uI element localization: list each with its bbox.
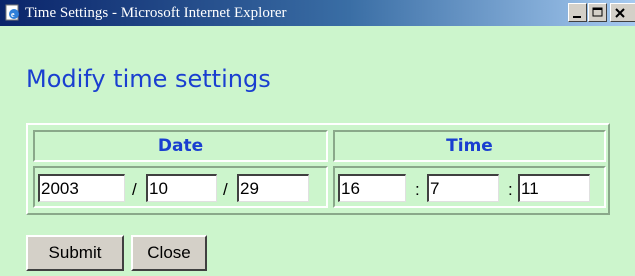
time-separator: : xyxy=(508,180,513,199)
time-separator: : xyxy=(415,180,420,199)
close-icon xyxy=(615,8,625,18)
page-title: Modify time settings xyxy=(26,65,271,93)
day-input[interactable] xyxy=(237,174,309,202)
hour-input[interactable] xyxy=(338,174,406,202)
second-input[interactable] xyxy=(518,174,590,202)
date-fields: / / xyxy=(33,166,328,208)
year-input[interactable] xyxy=(38,174,125,202)
minimize-icon xyxy=(573,16,581,18)
maximize-icon xyxy=(592,7,603,17)
submit-button[interactable]: Submit xyxy=(26,235,124,271)
time-header: Time xyxy=(333,130,606,162)
time-settings-table: Date Time / / : : xyxy=(26,123,610,215)
date-separator: / xyxy=(223,180,228,199)
minute-input[interactable] xyxy=(427,174,499,202)
month-input[interactable] xyxy=(146,174,217,202)
date-header: Date xyxy=(33,130,328,162)
close-button[interactable]: Close xyxy=(131,235,207,271)
time-fields: : : xyxy=(333,166,606,208)
maximize-button[interactable] xyxy=(588,3,607,22)
window-title: Time Settings - Microsoft Internet Explo… xyxy=(25,5,287,21)
minimize-button[interactable] xyxy=(568,3,587,22)
svg-text:e: e xyxy=(11,10,15,19)
close-window-button[interactable] xyxy=(610,3,635,22)
browser-window: e Time Settings - Microsoft Internet Exp… xyxy=(0,0,635,276)
ie-page-icon: e xyxy=(4,4,22,22)
date-separator: / xyxy=(132,180,137,199)
title-bar[interactable]: e Time Settings - Microsoft Internet Exp… xyxy=(0,0,635,26)
